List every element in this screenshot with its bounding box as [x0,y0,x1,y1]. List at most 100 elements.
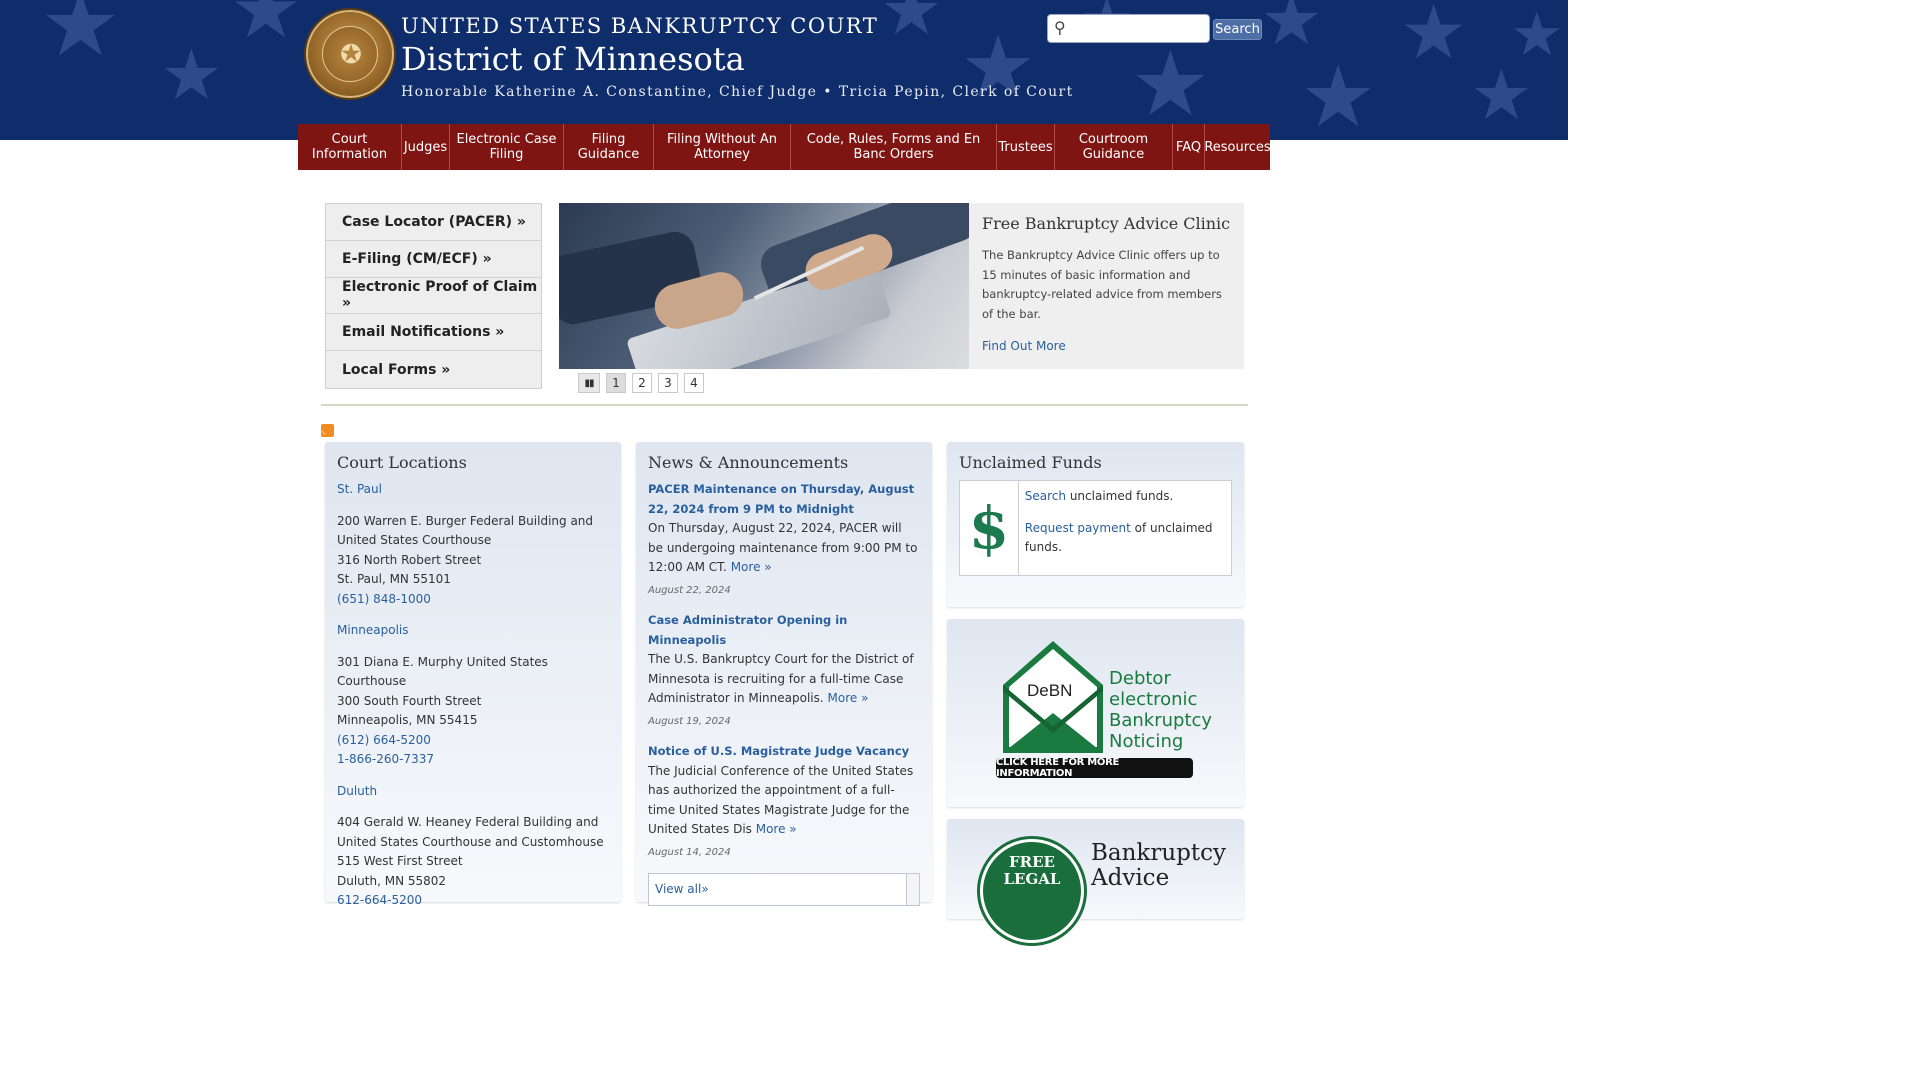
star-decoration: ★ [40,0,121,77]
site-header: ★ ★ ★ ★ ★ ★ ★ ★ ★ ★ ★ ★ ✪ UNITED STATES … [0,0,1568,140]
address-line: 404 Gerald W. Heaney Federal Building an… [337,815,604,849]
news-body: On Thursday, August 22, 2024, PACER will… [648,521,918,574]
quick-link-email-notifications[interactable]: Email Notifications » [326,314,541,352]
nav-court-information[interactable]: Court Information [298,124,402,170]
news-date: August 22, 2024 [648,584,731,596]
unclaimed-funds-table: $ Search unclaimed funds. Request paymen… [959,480,1232,576]
address-line: Duluth, MN 55802 [337,873,447,888]
phone-link[interactable]: 1-866-260-7337 [337,750,609,770]
address-line: 316 North Robert Street [337,552,482,567]
nav-filing-guidance[interactable]: Filing Guidance [564,124,654,170]
nav-code-rules-forms[interactable]: Code, Rules, Forms and En Banc Orders [791,124,997,170]
location-link-duluth[interactable]: Duluth [337,782,609,802]
quick-link-proof-of-claim[interactable]: Electronic Proof of Claim » [326,278,541,315]
search-button[interactable]: Search [1213,19,1262,40]
star-decoration: ★ [880,0,943,51]
slide-page-button[interactable]: 1 [606,373,626,393]
slideshow-caption: Free Bankruptcy Advice Clinic The Bankru… [969,203,1244,369]
search-icon: ⚲ [1054,18,1066,37]
slideshow-image[interactable] [559,203,969,369]
phone-link[interactable]: 612-664-5200 [337,891,609,911]
news-title-link[interactable]: Notice of U.S. Magistrate Judge Vacancy [648,742,920,762]
view-all-box: View all» [648,873,920,906]
address-line: 300 South Fourth Street [337,693,482,708]
view-all-link[interactable]: View all» [655,880,709,900]
location-link-st-paul[interactable]: St. Paul [337,480,609,500]
address-line: 200 Warren E. Burger Federal Building an… [337,513,594,548]
nav-trustees[interactable]: Trustees [997,124,1055,170]
address-line: 301 Diana E. Murphy United States Courth… [337,654,548,689]
slide-title: Free Bankruptcy Advice Clinic [982,214,1231,233]
view-all-box-end [906,874,919,905]
slide-page-button[interactable]: 3 [658,373,678,393]
address-line: St. Paul, MN 55101 [337,572,451,586]
news-item: Notice of U.S. Magistrate Judge Vacancy … [648,742,920,862]
star-decoration: ★ [1300,48,1377,140]
request-payment-link[interactable]: Request payment [1025,521,1131,535]
star-decoration: ★ [1510,0,1564,70]
panel-heading: Court Locations [337,453,467,472]
nav-filing-without-attorney[interactable]: Filing Without An Attorney [654,124,791,170]
news-item: Case Administrator Opening in Minneapoli… [648,611,920,731]
slide-page-button[interactable]: 4 [684,373,704,393]
nav-resources[interactable]: Resources [1204,124,1270,170]
site-district[interactable]: District of Minnesota [401,40,745,78]
site-judges-line: Honorable Katherine A. Constantine, Chie… [401,84,1074,100]
star-decoration: ★ [1130,32,1211,137]
search-unclaimed-funds-link[interactable]: Search [1025,489,1066,503]
star-decoration: ★ [1470,54,1533,136]
court-seal-logo[interactable]: ✪ [306,10,394,98]
news-body: The U.S. Bankruptcy Court for the Distri… [648,652,914,705]
star-decoration: ★ [230,0,302,56]
nav-electronic-case-filing[interactable]: Electronic Case Filing [450,124,564,170]
news-title-link[interactable]: Case Administrator Opening in Minneapoli… [648,611,920,650]
rss-icon[interactable]: ◟ [321,424,334,437]
bankruptcy-advice-banner[interactable]: FREE LEGAL Bankruptcy Advice [947,819,1244,943]
panel-heading: News & Announcements [648,453,849,472]
slide-page-button[interactable]: 2 [632,373,652,393]
news-date: August 19, 2024 [648,715,731,727]
debn-wordmark: Debtor electronic Bankruptcy Noticing [1109,668,1213,752]
news-item: PACER Maintenance on Thursday, August 22… [648,480,920,600]
address-line: 515 West First Street [337,854,463,868]
funds-text: unclaimed funds. [1066,489,1174,503]
location-link-minneapolis[interactable]: Minneapolis [337,621,609,641]
news-panel: News & Announcements PACER Maintenance o… [636,442,932,906]
news-date: August 14, 2024 [648,846,731,858]
quick-links-menu: Case Locator (PACER) » E-Filing (CM/ECF)… [325,203,542,389]
quick-link-local-forms[interactable]: Local Forms » [326,351,541,388]
star-decoration: ★ [1400,0,1468,76]
address-line: Minneapolis, MN 55415 [337,713,478,727]
nav-courtroom-guidance[interactable]: Courtroom Guidance [1055,124,1173,170]
phone-link[interactable]: (651) 848-1000 [337,590,609,610]
section-divider [321,404,1248,406]
pause-icon[interactable]: ▮▮ [578,373,600,393]
dollar-icon: $ [960,481,1019,575]
quick-link-case-locator[interactable]: Case Locator (PACER) » [326,204,541,241]
debn-banner[interactable]: DeBN Debtor electronic Bankruptcy Notici… [947,619,1244,807]
site-title: UNITED STATES BANKRUPTCY COURT [401,14,879,38]
advice-title: Bankruptcy Advice [1091,840,1227,891]
slideshow-controls: ▮▮ 1 2 3 4 [578,373,704,393]
news-title-link[interactable]: PACER Maintenance on Thursday, August 22… [648,480,920,519]
panel-heading: Unclaimed Funds [959,453,1102,472]
news-more-link[interactable]: More » [731,560,772,574]
nav-judges[interactable]: Judges [402,124,450,170]
slide-find-out-more-link[interactable]: Find Out More [982,339,1066,353]
debn-badge: DeBN [1027,681,1073,700]
news-more-link[interactable]: More » [828,691,869,705]
slide-text: The Bankruptcy Advice Clinic offers up t… [982,248,1222,321]
nav-faq[interactable]: FAQ [1173,124,1205,170]
star-decoration: ★ [160,34,223,116]
free-legal-seal: FREE LEGAL [980,839,1084,943]
news-more-link[interactable]: More » [756,822,797,836]
search-input[interactable]: ⚲ [1047,14,1210,43]
court-locations-panel: Court Locations St. Paul 200 Warren E. B… [325,442,621,907]
phone-link[interactable]: (612) 664-5200 [337,731,609,751]
quick-link-efiling[interactable]: E-Filing (CM/ECF) » [326,241,541,278]
star-decoration: ★ [1260,0,1323,61]
unclaimed-funds-panel: Unclaimed Funds $ Search unclaimed funds… [947,442,1244,607]
eagle-icon: ✪ [340,40,362,70]
main-nav: Court Information Judges Electronic Case… [298,124,1271,170]
debn-more-info-button[interactable]: CLICK HERE FOR MORE INFORMATION [996,757,1193,779]
